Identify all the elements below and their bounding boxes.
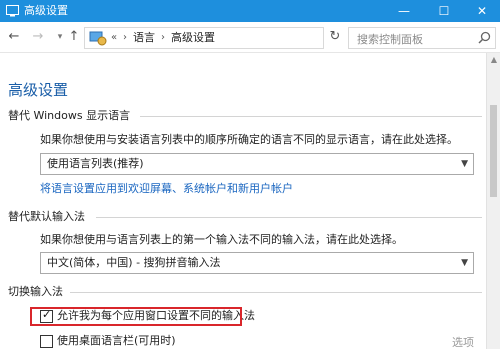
breadcrumb-advanced-settings[interactable]: 高级设置 [171,28,215,48]
section-divider [140,116,482,117]
refresh-icon[interactable]: ↻ [326,28,344,46]
breadcrumb-separator-icon: › [123,32,127,43]
display-language-heading: 替代 Windows 显示语言 [8,109,131,122]
window-title: 高级设置 [24,4,68,17]
input-method-selected: 中文(简体，中国) - 搜狗拼音输入法 [47,256,221,269]
search-icon[interactable] [478,31,491,44]
desktop-language-bar-label[interactable]: 使用桌面语言栏(可用时) [57,333,176,349]
search-input[interactable] [349,30,475,49]
control-panel-icon [6,5,19,17]
section-divider [96,217,482,218]
switching-heading: 切换输入法 [8,285,63,298]
display-language-selected: 使用语言列表(推荐) [47,157,144,170]
up-arrow-icon[interactable]: ↑ [66,28,82,46]
forward-arrow-icon[interactable]: → [30,28,46,46]
page-title: 高级设置 [8,81,69,99]
input-method-description: 如果你想使用与语言列表上的第一个输入法不同的输入法，请在此处选择。 [40,233,403,246]
input-method-dropdown[interactable]: 中文(简体，中国) - 搜狗拼音输入法 ▼ [40,252,474,274]
recent-crumb-glyph: « [111,32,118,43]
navigation-bar: ← → ▾ ↑ « › 语言 › 高级设置 ▾ ↻ [0,22,500,53]
control-panel-icon [89,31,107,46]
chevron-down-icon: ▼ [461,258,468,268]
chevron-down-icon: ▼ [461,159,468,169]
address-bar[interactable]: « › 语言 › 高级设置 ▾ [84,27,408,49]
vertical-scrollbar[interactable]: ▲ [486,53,500,349]
display-language-dropdown[interactable]: 使用语言列表(推荐) ▼ [40,153,474,175]
breadcrumb-language[interactable]: 语言 [133,28,155,48]
main-content: 高级设置 替代 Windows 显示语言 如果你想使用与安装语言列表中的顺序所确… [0,53,486,349]
title-bar: 高级设置 — ☐ ✕ [0,0,500,22]
scrollbar-thumb[interactable] [490,105,497,197]
input-method-heading: 替代默认输入法 [8,210,85,223]
display-language-description: 如果你想使用与安装语言列表中的顺序所确定的语言不同的显示语言，请在此处选择。 [40,133,458,146]
close-button[interactable]: ✕ [464,0,500,22]
back-arrow-icon[interactable]: ← [6,28,22,46]
minimize-button[interactable]: — [386,0,422,22]
search-box[interactable] [348,27,496,49]
desktop-language-bar-checkbox[interactable] [40,335,53,348]
section-divider [70,292,482,293]
maximize-button[interactable]: ☐ [426,0,462,22]
breadcrumb-separator-icon: › [161,32,165,43]
scroll-up-arrow-icon[interactable]: ▲ [487,55,500,64]
options-link[interactable]: 选项 [452,336,474,349]
apply-language-settings-link[interactable]: 将语言设置应用到欢迎屏幕、系统帐户和新用户帐户 [40,182,293,196]
highlight-box [30,307,242,326]
